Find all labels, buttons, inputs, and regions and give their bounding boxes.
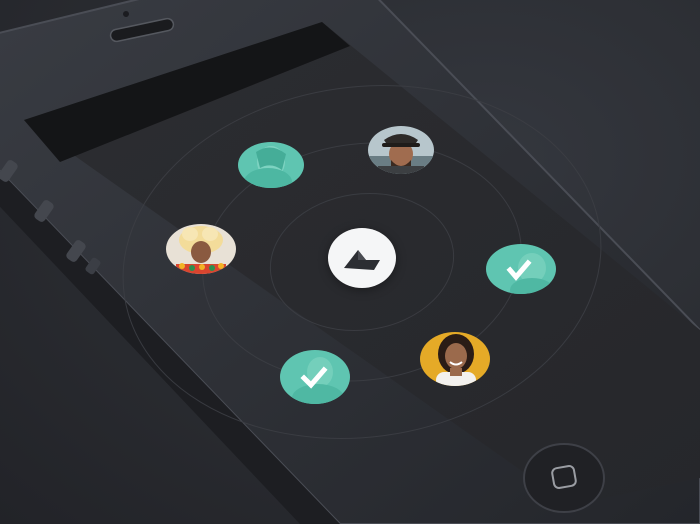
avatar-bottom-left[interactable] — [280, 350, 350, 404]
home-square-icon — [551, 465, 577, 489]
avatar-top-right[interactable] — [368, 126, 434, 174]
avatar-left[interactable] — [166, 224, 236, 274]
center-logo-button[interactable] — [328, 228, 396, 288]
home-button[interactable] — [524, 444, 604, 512]
avatar-bottom-right[interactable] — [420, 332, 490, 386]
avatar-right[interactable] — [486, 244, 556, 294]
scene — [0, 0, 700, 524]
logo-icon — [344, 250, 380, 270]
avatar-top-left[interactable] — [238, 142, 304, 188]
